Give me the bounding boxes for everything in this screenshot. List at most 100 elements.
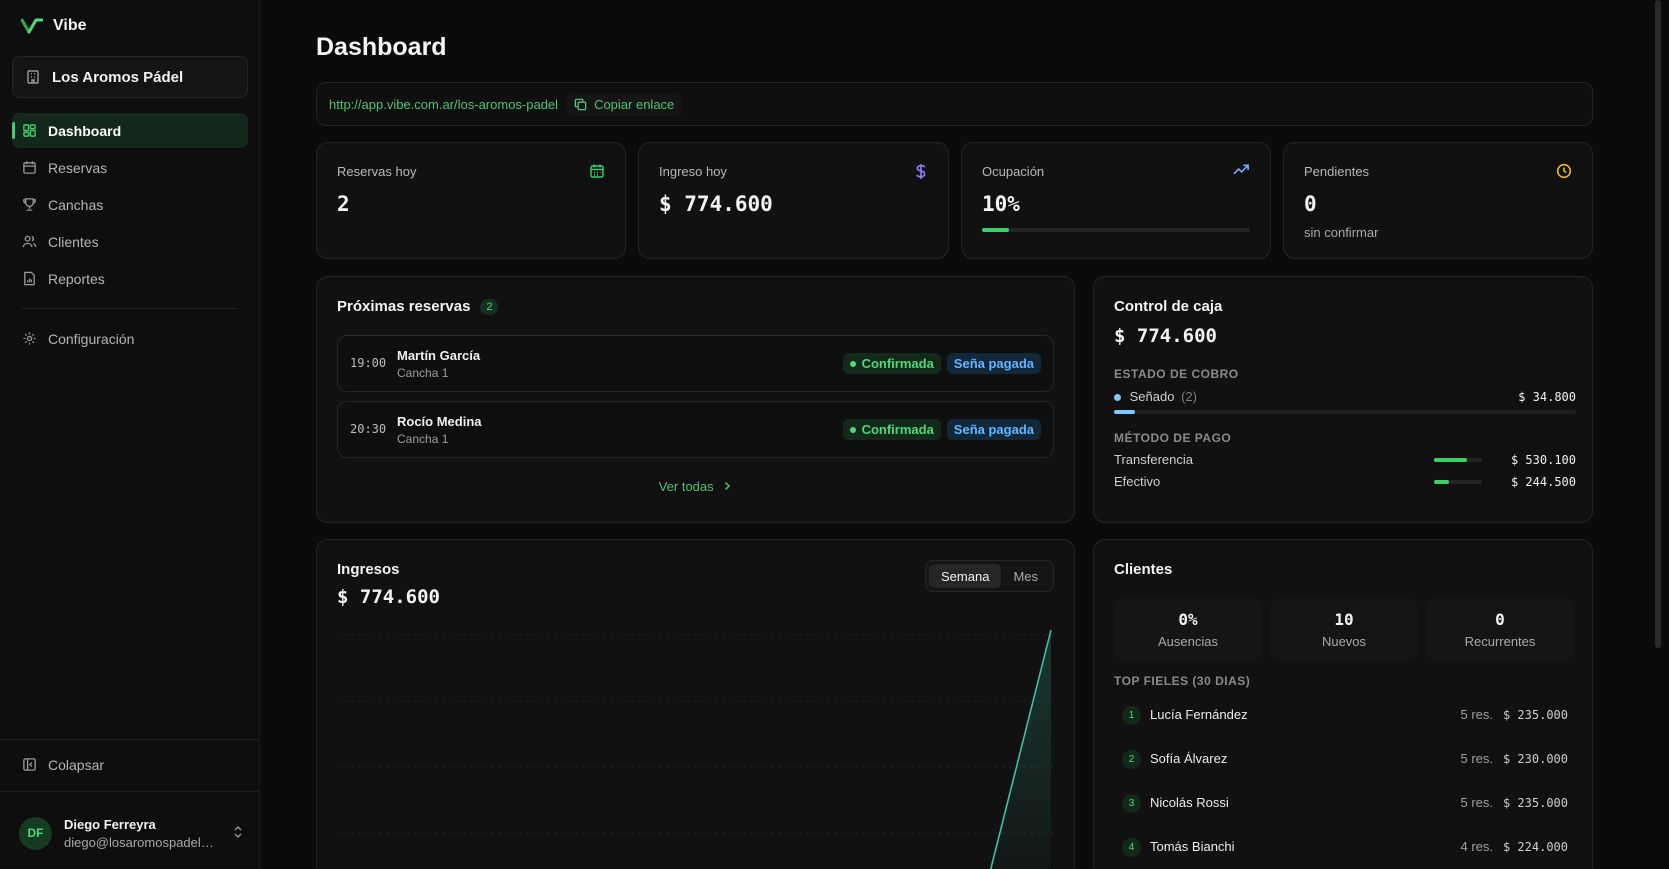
stat-card-ingreso: Ingreso hoy $ 774.600: [638, 142, 949, 259]
user-email: diego@losaromospadel....: [64, 834, 214, 850]
status-badge: Confirmada: [842, 419, 941, 440]
stat-value: 10%: [982, 192, 1020, 216]
card-title: Control de caja: [1114, 298, 1223, 315]
client-stat-ausencias: 0% Ausencias: [1114, 598, 1262, 660]
brand[interactable]: Vibe: [21, 17, 87, 35]
payment-method-bar-fill: [1434, 458, 1467, 462]
payment-method-amount: $ 530.100: [1510, 453, 1576, 467]
client-amount: $ 230.000: [1502, 752, 1568, 766]
senado-count: (2): [1181, 389, 1197, 404]
payment-badge: Seña pagada: [946, 419, 1041, 440]
rank-badge: 4: [1122, 838, 1141, 857]
period-toggle: Semana Mes: [925, 560, 1054, 592]
reservation-row[interactable]: 19:00 Martín García Cancha 1 Confirmada …: [337, 335, 1054, 392]
client-name: Tomás Bianchi: [1150, 839, 1235, 854]
payment-method-row: Efectivo $ 244.500: [1114, 474, 1576, 492]
client-name: Nicolás Rossi: [1150, 795, 1229, 810]
cash-total: $ 774.600: [1114, 325, 1217, 347]
revenue-total: $ 774.600: [337, 586, 440, 608]
tab-mes[interactable]: Mes: [1001, 564, 1050, 588]
sidebar-item-label: Reservas: [48, 159, 108, 176]
card-title: Próximas reservas: [337, 298, 471, 315]
public-link[interactable]: http://app.vibe.com.ar/los-aromos-padel: [329, 97, 558, 112]
dollar-icon: [916, 164, 926, 179]
section-label: TOP FIELES (30 DIAS): [1114, 674, 1251, 688]
sidebar-item-canchas[interactable]: Canchas: [12, 187, 248, 222]
payment-method-bar-fill: [1434, 480, 1450, 484]
client-amount: $ 224.000: [1502, 840, 1568, 854]
top-client-row[interactable]: 1 Lucía Fernández 5 res. $ 235.000: [1114, 704, 1576, 728]
sidebar-item-configuracion[interactable]: Configuración: [12, 321, 248, 356]
sidebar-item-dashboard[interactable]: Dashboard: [12, 113, 248, 148]
copy-link-label: Copiar enlace: [594, 96, 675, 112]
view-all-label: Ver todas: [658, 479, 714, 494]
client-reservations: 4 res.: [1460, 839, 1493, 854]
sidebar-item-clientes[interactable]: Clientes: [12, 224, 248, 259]
vibe-logo-icon: [21, 18, 43, 34]
sidebar: Vibe Los Aromos Pádel Dashboard Reservas…: [0, 0, 260, 869]
top-client-row[interactable]: 2 Sofía Álvarez 5 res. $ 230.000: [1114, 748, 1576, 772]
client-reservations: 5 res.: [1460, 707, 1493, 722]
reservation-client: Martín García: [397, 348, 481, 363]
sidebar-item-reservas[interactable]: Reservas: [12, 150, 248, 185]
senado-row: Señado (2) $ 34.800: [1114, 389, 1576, 407]
client-stat-label: Recurrentes: [1464, 634, 1536, 649]
calendar-icon: [590, 164, 604, 178]
stat-card-pendientes: Pendientes 0 sin confirmar: [1283, 142, 1593, 259]
page-title: Dashboard: [316, 33, 447, 61]
sidebar-item-label: Configuración: [48, 330, 135, 347]
user-name: Diego Ferreyra: [64, 816, 156, 832]
status-badge: Confirmada: [842, 353, 941, 374]
club-name: Los Aromos Pádel: [52, 68, 184, 86]
sidebar-item-label: Dashboard: [48, 122, 122, 139]
payment-method-label: Efectivo: [1114, 474, 1161, 489]
calendar-icon: [23, 161, 36, 174]
tab-semana[interactable]: Semana: [929, 564, 1002, 588]
collapse-button[interactable]: Colapsar: [12, 747, 248, 782]
senado-label: Señado: [1129, 389, 1175, 404]
payment-method-bar: [1434, 458, 1482, 462]
brand-name: Vibe: [53, 17, 87, 34]
club-selector[interactable]: Los Aromos Pádel: [12, 56, 248, 98]
reservation-client: Rocío Medina: [397, 414, 482, 429]
stat-sub: sin confirmar: [1304, 225, 1379, 240]
user-menu[interactable]: DF Diego Ferreyra diego@losaromospadel..…: [19, 813, 244, 853]
file-chart-icon: [24, 271, 35, 286]
rank-badge: 2: [1122, 750, 1141, 769]
view-all-link[interactable]: Ver todas: [317, 479, 1074, 494]
client-name: Sofía Álvarez: [1150, 751, 1228, 766]
grid-icon: [23, 124, 36, 137]
client-stat-value: 10: [1334, 610, 1354, 629]
reservation-time: 20:30: [350, 422, 387, 436]
trending-up-icon: [1233, 164, 1249, 175]
page-scrollbar[interactable]: [1655, 0, 1661, 648]
avatar: DF: [19, 816, 52, 850]
revenue-chart: [337, 630, 1056, 869]
reservation-time: 19:00: [350, 356, 387, 370]
payment-method-amount: $ 244.500: [1510, 475, 1576, 489]
count-badge: 2: [480, 299, 499, 315]
rank-badge: 3: [1122, 794, 1141, 813]
top-client-row[interactable]: 3 Nicolás Rossi 5 res. $ 235.000: [1114, 792, 1576, 816]
clients-card: Clientes 0% Ausencias 10 Nuevos 0 Recurr…: [1093, 539, 1593, 869]
senado-progress: [1114, 410, 1576, 414]
section-label: MÉTODO DE PAGO: [1114, 431, 1232, 445]
payment-method-row: Transferencia $ 530.100: [1114, 452, 1576, 470]
panel-left-icon: [23, 758, 36, 771]
stat-value: 2: [337, 192, 350, 216]
copy-link-button[interactable]: Copiar enlace: [566, 92, 683, 116]
reservation-court: Cancha 1: [397, 366, 449, 380]
client-stat-nuevos: 10 Nuevos: [1270, 598, 1418, 660]
rank-badge: 1: [1122, 706, 1141, 725]
nav-divider: [22, 308, 238, 309]
payment-method-label: Transferencia: [1114, 452, 1193, 467]
collapse-label: Colapsar: [48, 756, 105, 773]
stat-label: Ingreso hoy: [659, 164, 727, 179]
cash-control-card: Control de caja $ 774.600 ESTADO DE COBR…: [1093, 276, 1593, 523]
card-title: Clientes: [1114, 561, 1173, 578]
top-client-row[interactable]: 4 Tomás Bianchi 4 res. $ 224.000: [1114, 836, 1576, 860]
senado-progress-fill: [1114, 410, 1135, 414]
sidebar-item-reportes[interactable]: Reportes: [12, 261, 248, 296]
reservation-row[interactable]: 20:30 Rocío Medina Cancha 1 Confirmada S…: [337, 401, 1054, 458]
building-icon: [27, 70, 39, 84]
